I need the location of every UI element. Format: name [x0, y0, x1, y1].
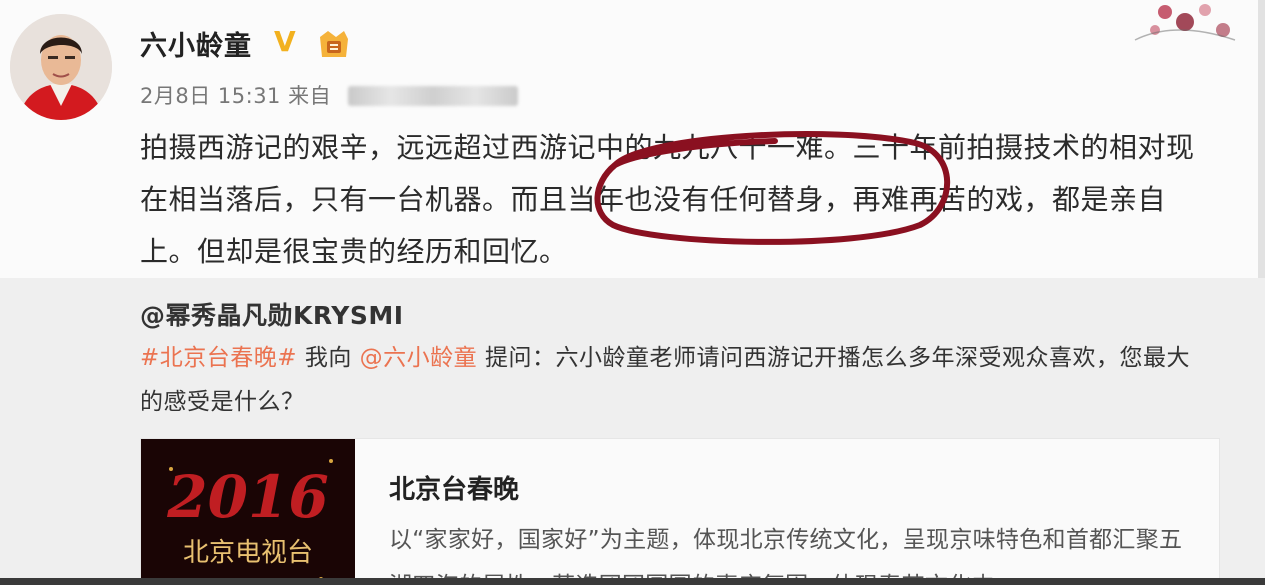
bottom-bar	[0, 578, 1265, 585]
repost-author[interactable]: @幂秀晶凡勋KRYSMI	[140, 296, 404, 332]
verified-v-icon[interactable]: V	[274, 28, 296, 56]
source-blurred	[348, 86, 519, 106]
post-meta: 2月8日 15:31 来自	[140, 80, 519, 110]
weibo-post: 六小龄童 V 2月8日 15:31 来自 拍摄西游记的艰辛，远远超过西游记中的九…	[0, 0, 1265, 585]
ask-prefix: 我向	[297, 345, 360, 371]
from-label: 来自	[288, 84, 332, 108]
card-thumbnail: 2016 北京电视台	[141, 439, 355, 585]
username[interactable]: 六小龄童	[140, 24, 252, 63]
avatar[interactable]	[10, 14, 112, 120]
corner-decoration	[1134, 4, 1236, 41]
highlight-circle	[594, 131, 951, 245]
thumb-caption: 北京电视台	[183, 538, 313, 568]
repost-block: @幂秀晶凡勋KRYSMI #北京台春晚# 我向 @六小龄童 提问：六小龄童老师请…	[0, 278, 1265, 585]
card-title[interactable]: 北京台春晚	[389, 469, 519, 506]
mention-link[interactable]: @六小龄童	[360, 345, 478, 371]
link-card[interactable]: 2016 北京电视台 北京台春晚 以“家家好，国家好”为主题，体现北京传统文化，…	[140, 438, 1220, 585]
member-level-icon[interactable]	[316, 29, 352, 59]
thumb-year: 2016	[166, 463, 328, 531]
repost-text: #北京台春晚# 我向 @六小龄童 提问：六小龄童老师请问西游记开播怎么多年深受观…	[140, 336, 1210, 424]
post-date[interactable]: 2月8日 15:31	[140, 84, 281, 108]
hashtag-link[interactable]: #北京台春晚#	[140, 345, 297, 371]
card-description: 以“家家好，国家好”为主题，体现北京传统文化，呈现京味特色和首都汇聚五湖四海的属…	[389, 527, 1183, 585]
